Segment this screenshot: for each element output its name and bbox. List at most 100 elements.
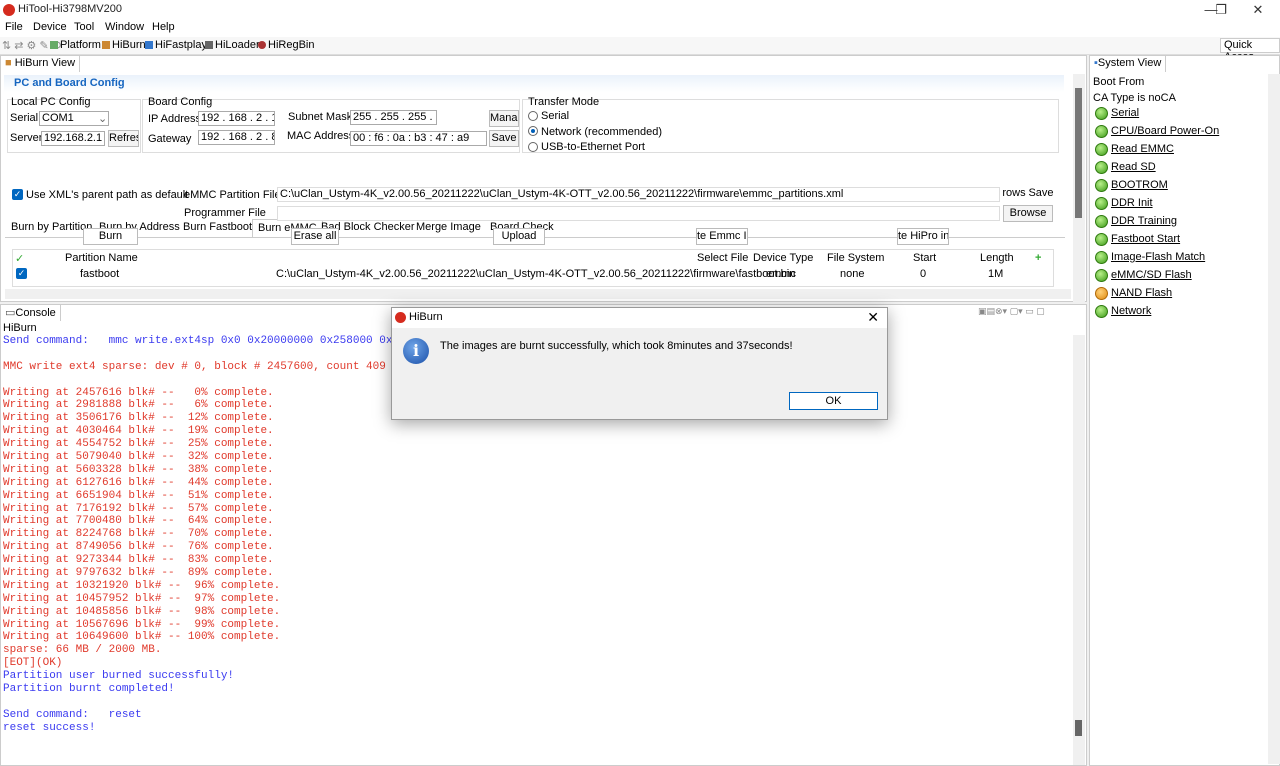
row-partition-name: fastboot (80, 268, 120, 280)
row-select-file[interactable]: C:\uClan_Ustym-4K_v2.00.56_20211222\uCla… (276, 268, 795, 280)
dialog-ok-button[interactable]: OK (789, 392, 878, 410)
system-view-tab[interactable]: ▪System View (1090, 56, 1167, 72)
console-scroll-thumb[interactable] (1075, 720, 1082, 736)
erase-all-button[interactable]: Erase all (291, 228, 339, 245)
hiburn-view-tab[interactable]: ■ HiBurn View (1, 56, 81, 72)
gateway-field[interactable]: 192 . 168 . 2 . 82 (198, 130, 275, 145)
menu-device[interactable]: Device (33, 21, 67, 33)
system-item-label[interactable]: Read SD (1111, 161, 1156, 173)
refresh-button[interactable]: Refresh (108, 130, 139, 147)
rows-button[interactable]: rows (1001, 186, 1027, 203)
status-indicator-icon (1095, 287, 1108, 300)
emmc-partition-field[interactable]: C:\uClan_Ustym-4K_v2.00.56_20211222\uCla… (277, 187, 1000, 202)
system-item-label[interactable]: DDR Training (1111, 215, 1177, 227)
menu-window[interactable]: Window (105, 21, 144, 33)
console-line: Writing at 10457952 blk# -- 97% complete… (3, 592, 281, 605)
menu-file[interactable]: File (5, 21, 23, 33)
toolbar-hiregbin[interactable]: HiRegBin (258, 39, 314, 51)
use-xml-checkbox[interactable]: ✓ (12, 189, 23, 200)
hiburn-scroll-thumb[interactable] (1075, 88, 1082, 218)
status-indicator-icon (1095, 143, 1108, 156)
console-line: Writing at 7700480 blk# -- 64% complete. (3, 515, 274, 528)
ip-label: IP Address (148, 113, 201, 125)
row-checkbox[interactable]: ✓ (16, 268, 27, 279)
toolbar-hiloader[interactable]: HiLoader (205, 39, 260, 51)
ca-type-label: CA Type is noCA (1093, 92, 1176, 104)
toolbar-hiburn[interactable]: HiBurn (102, 39, 146, 51)
emmc-image-button[interactable]: te Emmc In (696, 228, 748, 245)
emmc-partition-label: eMMC Partition File (184, 189, 281, 201)
system-view-scrollbar[interactable] (1268, 74, 1280, 764)
radio-serial[interactable] (528, 111, 538, 121)
add-row-icon[interactable]: + (1035, 252, 1041, 264)
row-device-type: emmc (766, 268, 796, 280)
toolbar: ⇅ ⇄ ⚙ ✎ ⟲ Platform HiBurn HiFastplay HiL… (0, 37, 1280, 63)
local-pc-title: Local PC Config (11, 96, 91, 108)
console-line: Writing at 6651904 blk# -- 51% complete. (3, 489, 274, 502)
console-line: reset success! (3, 721, 96, 734)
subnet-mask-field[interactable]: 255 . 255 . 255 . 0 (350, 110, 437, 125)
system-item-label[interactable]: Read EMMC (1111, 143, 1174, 155)
toolbar-platform[interactable]: Platform (50, 39, 101, 51)
system-item-label[interactable]: BOOTROM (1111, 179, 1168, 191)
system-item-label[interactable]: Fastboot Start (1111, 233, 1180, 245)
toolbar-hifastplay[interactable]: HiFastplay (145, 39, 207, 51)
system-item-label[interactable]: CPU/Board Power-On (1111, 125, 1219, 137)
radio-usb-ethernet[interactable] (528, 142, 538, 152)
console-toolbar-icons[interactable]: ▣▤⊗▾ ▢▾ ▭ ▢ (978, 306, 1045, 317)
system-item-label[interactable]: DDR Init (1111, 197, 1153, 209)
console-vertical-scrollbar[interactable] (1073, 335, 1085, 765)
system-item-label[interactable]: Network (1111, 305, 1151, 317)
console-line: Send command: mmc write.ext4sp 0x0 0x200… (3, 335, 393, 347)
browse-button[interactable]: Browse (1003, 205, 1053, 222)
mac-address-field[interactable]: 00 : f6 : 0a : b3 : 47 : a9 (350, 131, 487, 146)
hipro-image-button[interactable]: te HiPro in (897, 228, 949, 245)
burn-button[interactable]: Burn (83, 228, 138, 245)
row-file-system: none (840, 268, 865, 280)
manage-button[interactable]: Manag (489, 110, 519, 127)
th-start: Start (913, 252, 937, 264)
upload-button[interactable]: Upload (493, 228, 545, 245)
restore-button[interactable]: ❐ (1203, 0, 1239, 20)
menu-tool[interactable]: Tool (74, 21, 94, 33)
hiburn-horizontal-scrollbar[interactable] (5, 289, 1071, 299)
system-view: ▪System View Boot From CA Type is noCA S… (1089, 55, 1280, 766)
select-all-check-icon[interactable]: ✓ (15, 252, 24, 265)
programmer-file-field[interactable] (277, 206, 1000, 221)
console-line: Writing at 9273344 blk# -- 83% complete. (3, 554, 274, 567)
dialog-close-icon[interactable]: ✕ (867, 309, 879, 326)
system-item-label[interactable]: eMMC/SD Flash (1111, 269, 1192, 281)
emmc-save-button[interactable]: Save (1028, 186, 1054, 203)
board-save-button[interactable]: Save (489, 130, 519, 147)
app-icon (3, 4, 15, 16)
console-icon: ▭ (5, 307, 16, 319)
th-length: Length (980, 252, 1014, 264)
ip-address-field[interactable]: 192 . 168 . 2 . 13 (198, 111, 275, 126)
console-line: [EOT](OK) (3, 657, 63, 670)
console-line: Writing at 4554752 blk# -- 25% complete. (3, 438, 274, 451)
system-item-label[interactable]: NAND Flash (1111, 287, 1172, 299)
quick-access-field[interactable]: Quick Acces (1220, 38, 1280, 63)
hiburn-vertical-scrollbar[interactable] (1073, 74, 1085, 302)
hiburn-dialog-icon (395, 312, 406, 323)
tab-burn-fastboot[interactable]: Burn Fastboot (178, 219, 257, 237)
dialog-header: HiBurn ✕ (392, 308, 887, 328)
console-line: Writing at 10649600 blk# -- 100% complet… (3, 631, 281, 644)
server-select[interactable]: 192.168.2.1 (41, 131, 105, 146)
console-subtitle: HiBurn (3, 322, 37, 334)
console-tab[interactable]: ▭Console (1, 305, 61, 321)
pc-board-config-header[interactable]: PC and Board Config (4, 75, 1064, 92)
row-start: 0 (920, 268, 927, 280)
console-line: sparse: 66 MB / 2000 MB. (3, 644, 162, 657)
system-item-label[interactable]: Serial (1111, 107, 1139, 119)
system-item-label[interactable]: Image-Flash Match (1111, 251, 1205, 263)
dialog-title: HiBurn (409, 311, 443, 323)
title-bar: HiTool-Hi3798MV200 — ❐ ✕ (0, 0, 1280, 20)
radio-network[interactable] (528, 126, 538, 136)
close-window-button[interactable]: ✕ (1240, 0, 1276, 20)
tab-merge-image[interactable]: Merge Image (411, 219, 486, 237)
console-line: Writing at 2981888 blk# -- 6% complete. (3, 399, 274, 412)
menu-help[interactable]: Help (152, 21, 175, 33)
mac-label: MAC Address (287, 130, 355, 142)
th-partition-name: Partition Name (65, 252, 138, 264)
